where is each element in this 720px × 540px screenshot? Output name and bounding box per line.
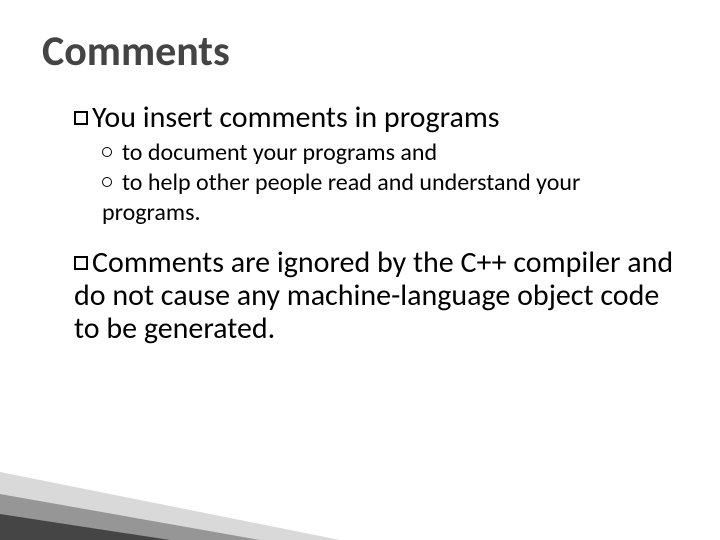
square-bullet-icon: [74, 111, 88, 125]
slide: Comments You insert comments in programs…: [0, 0, 720, 540]
ring-bullet-icon: [102, 177, 112, 187]
bullet-sub-1-2: to help other people read and understand…: [102, 168, 678, 228]
bullet-sub-1-1: to document your programs and: [102, 138, 678, 168]
bullet-sub-1-1-text: to document your programs and: [122, 138, 437, 167]
slide-body: You insert comments in programs to docum…: [42, 101, 678, 345]
decorative-wedge-icon: [0, 430, 340, 540]
bullet-main-1: You insert comments in programs: [74, 101, 678, 134]
bullet-main-2-text: Comments are ignored by the C++ compiler…: [74, 244, 673, 347]
bullet-sub-1-2-text: to help other people read and understand…: [102, 168, 580, 227]
slide-title: Comments: [42, 26, 678, 77]
square-bullet-icon: [74, 256, 88, 270]
ring-bullet-icon: [102, 147, 112, 157]
bullet-main-1-text: You insert comments in programs: [92, 99, 500, 136]
sub-list-1: to document your programs and to help ot…: [102, 138, 678, 228]
bullet-main-2: Comments are ignored by the C++ compiler…: [74, 246, 678, 345]
